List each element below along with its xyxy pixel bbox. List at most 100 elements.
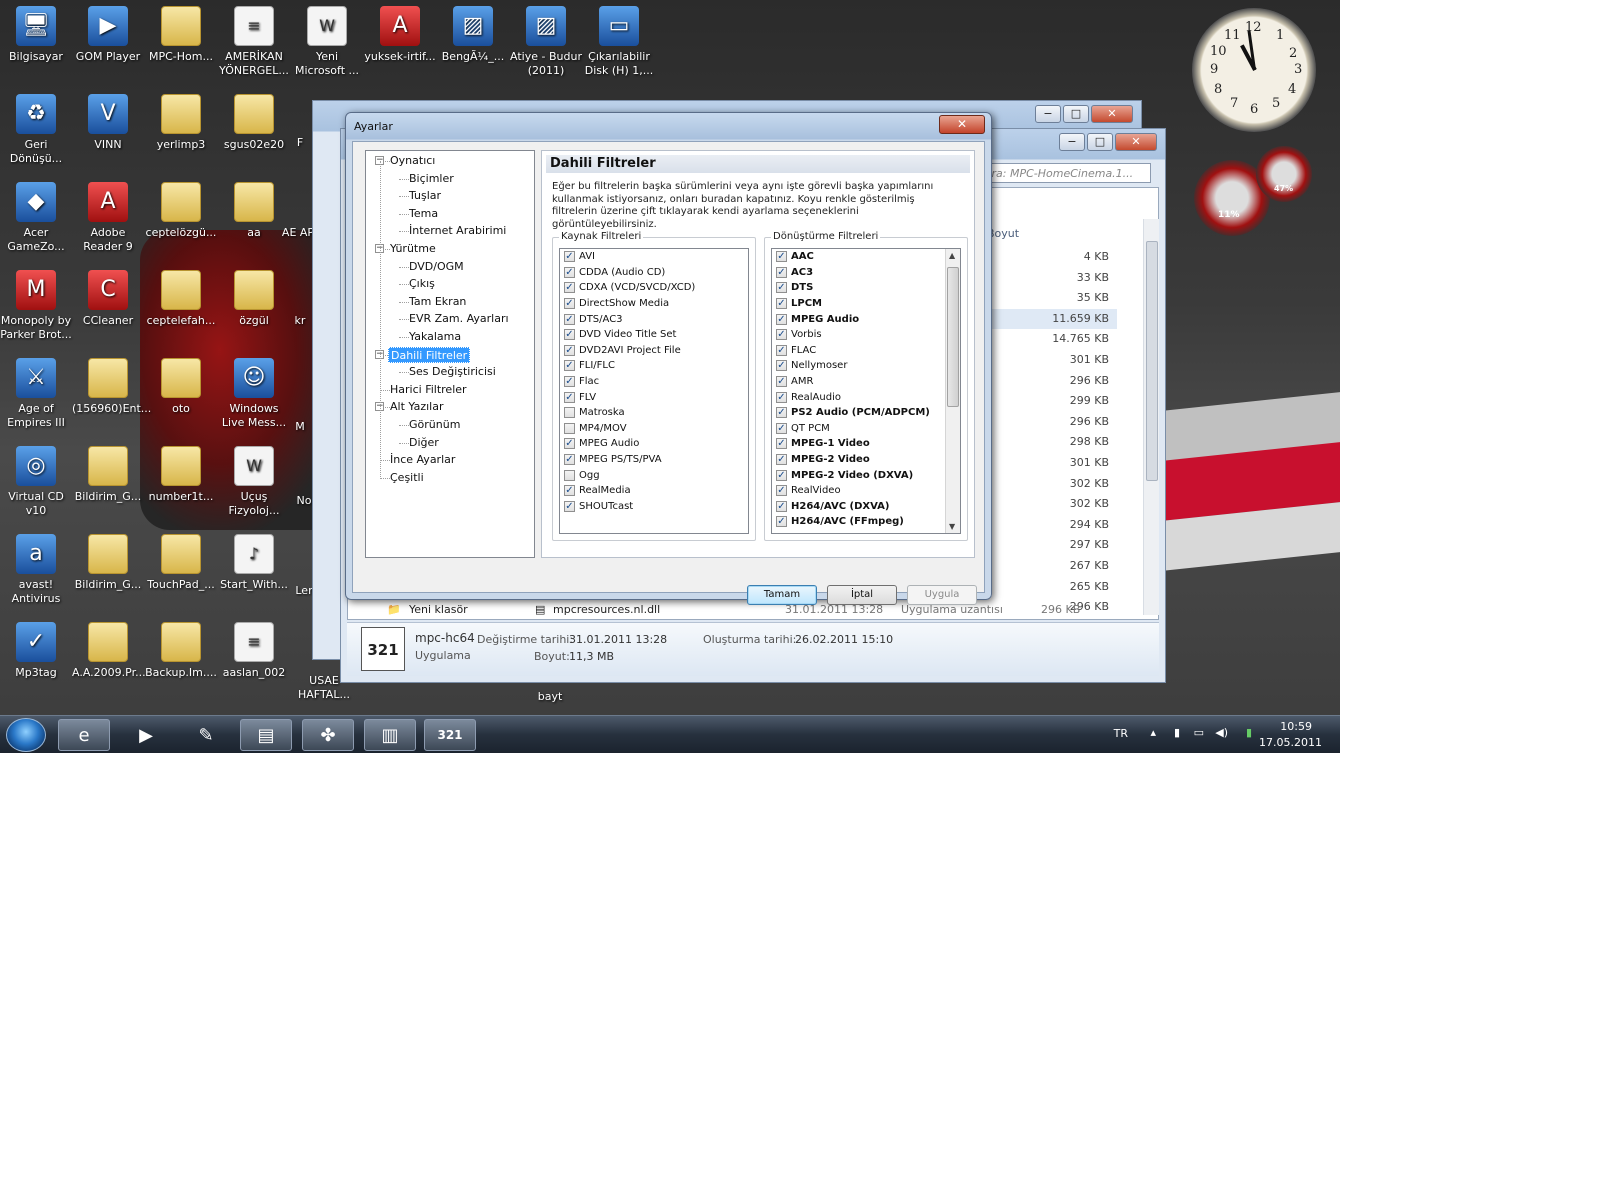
file-row[interactable]: 📁 Yeni klasör ▤ mpcresources.nl.dll 31.0… (365, 603, 1085, 621)
filter-checkbox-item[interactable]: ✓ SHOUTcast (560, 499, 748, 515)
file-size-cell[interactable]: 265 KB (987, 577, 1117, 598)
filter-checkbox-item[interactable]: ✓ MPEG PS/TS/PVA (560, 452, 748, 468)
desktop-icon[interactable]: (156960)Ent... (72, 358, 151, 416)
desktop-icon[interactable]: Backup.Im.... (145, 622, 217, 680)
filter-checkbox-item[interactable]: ✓ MPEG-1 Video (772, 436, 960, 452)
settings-tree[interactable]: − Oynatıcı Biçimler Tuşlar Tema İnternet Arab… (365, 150, 535, 558)
cancel-button[interactable]: İptal (827, 585, 897, 605)
settings-dialog[interactable]: Ayarlar ✕ − Oynatıcı Biçimler Tuşlar Tema İnt… (345, 112, 992, 605)
filter-checkbox-item[interactable]: ✓ QT PCM (772, 421, 960, 437)
start-button[interactable] (6, 718, 46, 752)
filter-checkbox-item[interactable]: ✓ DirectShow Media (560, 296, 748, 312)
file-size-cell[interactable]: 296 KB (987, 371, 1117, 392)
checkbox-checked-icon[interactable]: ✓ (776, 438, 787, 450)
filter-checkbox-item[interactable]: Ogg (560, 467, 748, 483)
file-list-scrollbar[interactable] (1143, 219, 1159, 615)
checkbox-checked-icon[interactable]: ✓ (776, 422, 787, 434)
chart-app-icon[interactable]: ▥ (364, 719, 416, 751)
checkbox-checked-icon[interactable]: ✓ (776, 454, 787, 466)
scrollbar-thumb[interactable] (1146, 241, 1158, 481)
tree-item[interactable]: Alt Yazılar (388, 399, 446, 415)
desktop-icon[interactable]: Bildirim_G... (72, 534, 144, 592)
tree-item[interactable]: EVR Zam. Ayarları (407, 311, 511, 327)
checkbox-checked-icon[interactable]: ✓ (776, 251, 787, 263)
desktop-icon[interactable]: ceptelefah... (145, 270, 217, 328)
desktop-icon[interactable]: ≡ AMERİKAN YÖNERGEL... (218, 6, 290, 78)
checkbox-checked-icon[interactable]: ✓ (564, 298, 575, 310)
file-size-cell[interactable]: 14.765 KB (987, 329, 1117, 350)
checkbox-checked-icon[interactable]: ✓ (776, 407, 787, 419)
desktop-icon[interactable]: V VINN (72, 94, 144, 152)
transform-filters-list[interactable]: ✓ AAC ✓ AC3 ✓ DTS ✓ LPCM ✓ MPEG Audio ✓ Vorbis ✓ FLAC… (771, 248, 961, 534)
filter-checkbox-item[interactable]: ✓ AMR (772, 374, 960, 390)
checkbox-checked-icon[interactable]: ✓ (776, 485, 787, 497)
tree-item[interactable]: Görünüm (407, 417, 462, 433)
desktop-icon[interactable]: yerlimp3 (145, 94, 217, 152)
tree-item[interactable]: Yakalama (407, 329, 463, 345)
tree-item[interactable]: Tema (407, 206, 440, 222)
checkbox-checked-icon[interactable]: ✓ (776, 298, 787, 310)
desktop-icon[interactable]: oto (145, 358, 217, 416)
checkbox-checked-icon[interactable]: ✓ (564, 500, 575, 512)
checkbox-checked-icon[interactable]: ✓ (564, 329, 575, 341)
tree-item[interactable]: İnce Ayarlar (388, 452, 457, 468)
filter-checkbox-item[interactable]: ✓ Flac (560, 374, 748, 390)
desktop-icon[interactable]: TouchPad_... (145, 534, 217, 592)
filter-checkbox-item[interactable]: ✓ FLV (560, 389, 748, 405)
filter-checkbox-item[interactable]: ✓ DVD Video Title Set (560, 327, 748, 343)
file-size-cell[interactable]: 302 KB (987, 474, 1117, 495)
filter-checkbox-item[interactable]: ✓ PS2 Audio (PCM/ADPCM) (772, 405, 960, 421)
checkbox-checked-icon[interactable]: ✓ (776, 516, 787, 528)
checkbox-checked-icon[interactable]: ✓ (564, 313, 575, 325)
media-player-icon[interactable]: ▶ (120, 719, 172, 751)
filter-checkbox-item[interactable]: ✓ CDXA (VCD/SVCD/XCD) (560, 280, 748, 296)
desktop-icon[interactable]: ◎ Virtual CD v10 (0, 446, 72, 518)
tree-item[interactable]: İnternet Arabirimi (407, 223, 508, 239)
tree-item[interactable]: Tuşlar (407, 188, 443, 204)
desktop-icon[interactable]: ⚔ Age of Empires III (0, 358, 72, 430)
desktop-icon[interactable]: Ayuksek-irtif... (364, 6, 436, 64)
desktop-icon-partial[interactable]: bayt (520, 690, 580, 704)
maximize-button[interactable]: □ (1087, 133, 1113, 151)
tree-item[interactable]: Biçimler (407, 171, 456, 187)
file-size-cell[interactable]: 35 KB (987, 288, 1117, 309)
desktop-icon[interactable]: M Monopoly by Parker Brot... (0, 270, 72, 342)
checkbox-checked-icon[interactable]: ✓ (776, 329, 787, 341)
clock-gadget[interactable]: 12 1 2 3 4 5 6 7 8 9 10 11 (1192, 8, 1316, 132)
desktop-icon[interactable]: ▨ Atiye - Budur (2011) (510, 6, 582, 78)
safely-remove-icon[interactable]: ▮ (1174, 726, 1180, 739)
filter-checkbox-item[interactable]: ✓ MPEG-2 Video (772, 452, 960, 468)
desktop-icon[interactable]: ceptelözgü... (145, 182, 217, 240)
tool-icon[interactable]: ✎ (180, 719, 232, 751)
checkbox-checked-icon[interactable]: ✓ (776, 266, 787, 278)
apply-button[interactable]: Uygula (907, 585, 977, 605)
desktop-icon[interactable]: number1t... (145, 446, 217, 504)
source-filters-list[interactable]: ✓ AVI ✓ CDDA (Audio CD) ✓ CDXA (VCD/SVCD/XCD)… (559, 248, 749, 534)
network-icon[interactable]: ▭ (1194, 726, 1204, 739)
checkbox-checked-icon[interactable]: ✓ (776, 500, 787, 512)
file-size-cell[interactable]: 4 KB (987, 247, 1117, 268)
checkbox-checked-icon[interactable]: ✓ (776, 376, 787, 388)
filter-checkbox-item[interactable]: ✓ MPEG Audio (772, 311, 960, 327)
desktop-icon[interactable]: MPC-Hom... (145, 6, 217, 64)
minimize-button[interactable]: − (1059, 133, 1085, 151)
checkbox-unchecked-icon[interactable] (564, 469, 575, 481)
size-column-header[interactable]: Boyut (987, 227, 1117, 247)
tree-item[interactable]: Oynatıcı (388, 153, 437, 169)
desktop-icon[interactable]: W Yeni Microsoft ... (291, 6, 363, 78)
power-icon[interactable]: ▮ (1246, 726, 1252, 739)
scroll-up-icon[interactable]: ▲ (949, 251, 955, 260)
checkbox-checked-icon[interactable]: ✓ (776, 360, 787, 372)
filter-checkbox-item[interactable]: ✓ CDDA (Audio CD) (560, 265, 748, 281)
tree-item[interactable]: Ses Değiştiricisi (407, 364, 498, 380)
desktop-icon[interactable]: 🖥 Bilgisayar (0, 6, 72, 64)
filter-checkbox-item[interactable]: ✓ AC3 (772, 265, 960, 281)
filter-checkbox-item[interactable]: ✓ DVD2AVI Project File (560, 343, 748, 359)
file-size-cell[interactable]: 294 KB (987, 515, 1117, 536)
file-size-cell[interactable]: 11.659 KB (987, 308, 1117, 330)
checkbox-unchecked-icon[interactable] (564, 422, 575, 434)
filter-checkbox-item[interactable]: MP4/MOV (560, 421, 748, 437)
tree-item[interactable]: Çıkış (407, 276, 437, 292)
desktop-icon[interactable]: ✓ Mp3tag (0, 622, 72, 680)
filter-checkbox-item[interactable]: ✓ H264/AVC (DXVA) (772, 499, 960, 515)
